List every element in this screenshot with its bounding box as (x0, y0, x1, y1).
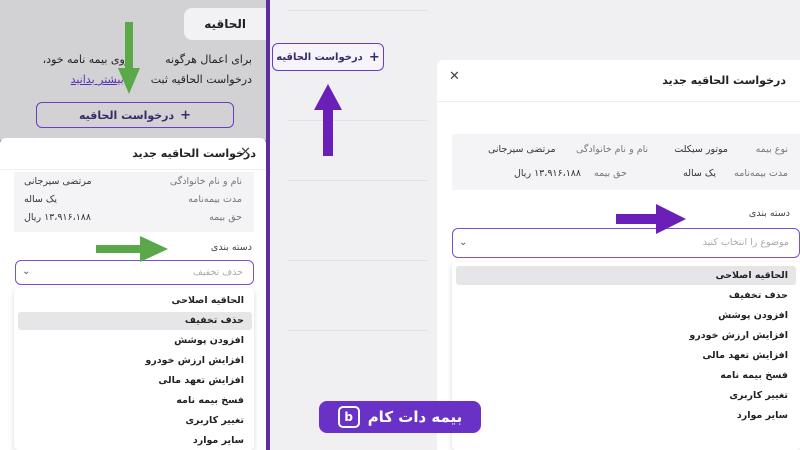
up-arrow-annotation (314, 84, 342, 156)
desc-line2-a: درخواست الحاقیه ثبت (150, 73, 252, 86)
divider (288, 260, 428, 261)
dropdown-option[interactable]: سایر موارد (456, 406, 796, 425)
new-endorsement-modal: درخواست الحاقیه جدید ✕ نوع بیمه موتور سی… (437, 60, 800, 450)
close-icon[interactable]: ✕ (449, 69, 460, 84)
policy-info: نام و نام خانوادگی مرتضی سیرجانی مدت بیم… (14, 172, 254, 232)
field-label: مدت بیمه‌نامه (734, 168, 788, 179)
dropdown-option[interactable]: تغییر کاربری (18, 412, 252, 430)
modal-title: درخواست الحاقیه جدید (132, 147, 256, 160)
right-panel: + درخواست الحاقیه درخواست الحاقیه جدید ✕… (270, 0, 800, 450)
chevron-down-icon: ⌄ (22, 266, 31, 277)
dropdown-option[interactable]: تغییر کاربری (456, 386, 796, 405)
dropdown-option[interactable]: افزایش تعهد مالی (456, 346, 796, 365)
field-value: یک ساله (682, 168, 716, 179)
tab-endorsement[interactable]: الحاقیه (184, 8, 266, 40)
field-label: حق بیمه (594, 168, 627, 179)
divider (288, 120, 428, 121)
field-label: نوع بیمه (755, 144, 788, 155)
tab-label: الحاقیه (204, 17, 246, 31)
dropdown-option[interactable]: فسخ بیمه نامه (18, 392, 252, 410)
category-dropdown: الحاقیه اصلاحی حذف تخفیف افزودن پوشش افز… (452, 262, 800, 450)
request-endorsement-button[interactable]: + درخواست الحاقیه (272, 43, 384, 71)
field-label: حق بیمه (209, 212, 242, 223)
left-panel: الحاقیه برای اعمال هرگونه روی بیمه نامه … (0, 0, 266, 450)
dropdown-option[interactable]: سایر موارد (18, 432, 252, 450)
divider (288, 180, 428, 181)
field-value: مرتضی سیرجانی (24, 176, 92, 187)
dropdown-option[interactable]: افزودن پوشش (18, 332, 252, 350)
down-arrow-annotation (118, 22, 140, 94)
divider (288, 10, 428, 11)
plus-icon: + (180, 107, 192, 123)
logo-mark-icon: b (337, 406, 360, 428)
dropdown-option[interactable]: الحاقیه اصلاحی (456, 266, 796, 285)
select-placeholder: موضوع را انتخاب کنید (702, 237, 789, 248)
field-label: نام و نام خانوادگی (169, 176, 242, 187)
field-value: ۱۳،۹۱۶،۱۸۸ ریال (514, 168, 582, 179)
desc-line1-a: برای اعمال هرگونه (165, 53, 252, 66)
field-value: یک ساله (24, 194, 58, 205)
close-icon[interactable]: ✕ (240, 145, 251, 160)
dropdown-option[interactable]: افزایش ارزش خودرو (456, 326, 796, 345)
dropdown-option[interactable]: فسخ بیمه نامه (456, 366, 796, 385)
selected-value: حذف تخفیف (192, 267, 243, 278)
right-arrow-annotation (616, 204, 686, 234)
dropdown-option[interactable]: افزودن پوشش (456, 306, 796, 325)
dropdown-option[interactable]: حذف تخفیف (456, 286, 796, 305)
plus-icon: + (368, 49, 380, 65)
modal-title: درخواست الحاقیه جدید (662, 74, 786, 87)
divider (288, 330, 428, 331)
button-label: درخواست الحاقیه (78, 108, 175, 122)
field-value: موتور سیکلت (674, 144, 728, 155)
dropdown-option[interactable]: افزایش ارزش خودرو (18, 352, 252, 370)
button-label: درخواست الحاقیه (276, 51, 363, 63)
category-label: دسته بندی (210, 242, 252, 253)
dropdown-option[interactable]: افزایش تعهد مالی (18, 372, 252, 390)
modal-header: درخواست الحاقیه جدید ✕ (437, 60, 800, 102)
field-label: نام و نام خانوادگی (576, 144, 649, 155)
modal-header: درخواست الحاقیه جدید ✕ (0, 138, 266, 170)
right-arrow-annotation (96, 236, 168, 262)
logo-text: بیمه دات کام (367, 408, 463, 426)
bimehdotcom-logo: بیمه دات کام b (319, 401, 481, 433)
field-label: مدت بیمه‌نامه (188, 194, 242, 205)
desc-line1-b: روی بیمه نامه خود، (42, 53, 131, 66)
field-value: ۱۳،۹۱۶،۱۸۸ ریال (24, 212, 92, 223)
category-label: دسته بندی (748, 208, 790, 219)
new-endorsement-modal: درخواست الحاقیه جدید ✕ نام و نام خانوادگ… (0, 138, 266, 450)
category-select[interactable]: حذف تخفیف ⌄ (15, 260, 254, 285)
field-value: مرتضی سیرجانی (488, 144, 556, 155)
policy-info: نوع بیمه موتور سیکلت نام و نام خانوادگی … (452, 134, 800, 190)
category-dropdown: الحاقیه اصلاحی حذف تخفیف افزودن پوشش افز… (14, 288, 254, 450)
learn-more-link[interactable]: بیشتر بدانید (71, 73, 124, 86)
dropdown-option[interactable]: الحاقیه اصلاحی (18, 292, 252, 310)
request-endorsement-button[interactable]: + درخواست الحاقیه (36, 102, 234, 128)
dropdown-option[interactable]: حذف تخفیف (18, 312, 252, 330)
chevron-down-icon: ⌄ (459, 237, 468, 248)
